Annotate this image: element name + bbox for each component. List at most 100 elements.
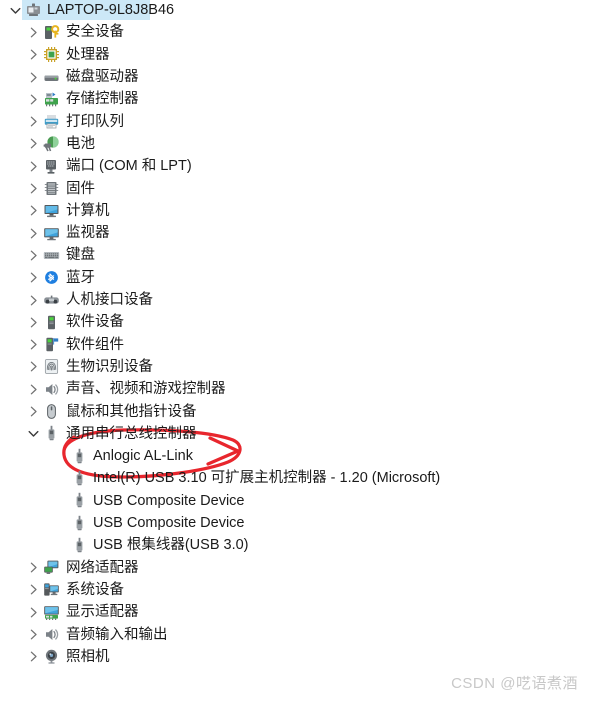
tree-item-label: 安全设备	[66, 24, 124, 41]
battery-icon	[43, 135, 60, 152]
tree-item[interactable]: USB Composite Device	[0, 490, 596, 512]
tree-item-label: 鼠标和其他指针设备	[66, 403, 197, 420]
chevron-right-icon[interactable]	[25, 203, 41, 219]
chevron-right-icon[interactable]	[25, 649, 41, 665]
usb-device-icon	[71, 448, 88, 465]
tree-item-label: USB Composite Device	[93, 492, 245, 509]
tree-item[interactable]: Anlogic AL-Link	[0, 445, 596, 467]
tree-item-label: 通用串行总线控制器	[66, 425, 197, 442]
tree-item-label: 网络适配器	[66, 559, 139, 576]
tree-item[interactable]: 软件设备	[0, 311, 596, 333]
bluetooth-icon	[43, 269, 60, 286]
display-adapter-icon	[43, 604, 60, 621]
tree-item[interactable]: 打印队列	[0, 111, 596, 133]
tree-item-label: 声音、视频和游戏控制器	[66, 381, 226, 398]
tree-item[interactable]: 键盘	[0, 244, 596, 266]
tree-item[interactable]: 音频输入和输出	[0, 623, 596, 645]
tree-item-label: 存储控制器	[66, 91, 139, 108]
hid-icon	[43, 292, 60, 309]
system-device-icon	[43, 581, 60, 598]
camera-icon	[43, 648, 60, 665]
tree-item-label: Anlogic AL-Link	[93, 448, 193, 465]
tree-item[interactable]: 蓝牙	[0, 267, 596, 289]
tree-item[interactable]: USB Composite Device	[0, 512, 596, 534]
tree-item[interactable]: 生物识别设备	[0, 356, 596, 378]
chevron-right-icon[interactable]	[25, 381, 41, 397]
tree-item[interactable]: 监视器	[0, 222, 596, 244]
tree-item-label: 磁盘驱动器	[66, 69, 139, 86]
tree-item-label: 监视器	[66, 225, 110, 242]
mouse-icon	[43, 403, 60, 420]
chevron-right-icon[interactable]	[25, 404, 41, 420]
chevron-down-icon[interactable]	[7, 2, 23, 18]
chevron-right-icon[interactable]	[25, 114, 41, 130]
tree-item-label: 软件设备	[66, 314, 124, 331]
tree-item[interactable]: 显示适配器	[0, 601, 596, 623]
chevron-right-icon[interactable]	[25, 69, 41, 85]
chevron-right-icon[interactable]	[25, 560, 41, 576]
sound-video-game-icon	[43, 381, 60, 398]
tree-item-label: Intel(R) USB 3.10 可扩展主机控制器 - 1.20 (Micro…	[93, 470, 441, 487]
processor-icon	[43, 46, 60, 63]
security-device-icon	[43, 24, 60, 41]
chevron-right-icon[interactable]	[25, 47, 41, 63]
tree-item[interactable]: 磁盘驱动器	[0, 66, 596, 88]
audio-io-icon	[43, 626, 60, 643]
chevron-right-icon[interactable]	[25, 292, 41, 308]
usb-device-icon	[71, 515, 88, 532]
computer-icon	[43, 202, 60, 219]
tree-item[interactable]: 人机接口设备	[0, 289, 596, 311]
tree-item[interactable]: 电池	[0, 133, 596, 155]
chevron-right-icon[interactable]	[25, 225, 41, 241]
tree-item[interactable]: 网络适配器	[0, 557, 596, 579]
chevron-right-icon[interactable]	[25, 24, 41, 40]
chevron-right-icon[interactable]	[25, 337, 41, 353]
tree-item[interactable]: 照相机	[0, 646, 596, 668]
keyboard-icon	[43, 247, 60, 264]
tree-item[interactable]: 安全设备	[0, 21, 596, 43]
chevron-right-icon[interactable]	[25, 91, 41, 107]
tree-item-label: 蓝牙	[66, 269, 95, 286]
usb-device-icon	[71, 492, 88, 509]
chevron-right-icon[interactable]	[25, 247, 41, 263]
tree-item[interactable]: 软件组件	[0, 334, 596, 356]
usb-device-icon	[71, 470, 88, 487]
chevron-right-icon[interactable]	[25, 314, 41, 330]
tree-item[interactable]: 存储控制器	[0, 88, 596, 110]
tree-item-label: 音频输入和输出	[66, 626, 168, 643]
chevron-right-icon[interactable]	[25, 270, 41, 286]
tree-item[interactable]: 系统设备	[0, 579, 596, 601]
monitor-icon	[43, 225, 60, 242]
usb-controller-icon	[43, 425, 60, 442]
print-queue-icon	[43, 113, 60, 130]
chevron-right-icon[interactable]	[25, 359, 41, 375]
chevron-right-icon[interactable]	[25, 627, 41, 643]
tree-item-label: 打印队列	[66, 113, 124, 130]
chevron-right-icon[interactable]	[25, 181, 41, 197]
tree-item-label: 端口 (COM 和 LPT)	[66, 158, 192, 175]
tree-item[interactable]: 计算机	[0, 200, 596, 222]
usb-device-icon	[71, 537, 88, 554]
tree-item-label: 键盘	[66, 247, 95, 264]
chevron-right-icon[interactable]	[25, 604, 41, 620]
chevron-right-icon[interactable]	[25, 582, 41, 598]
chevron-down-icon[interactable]	[25, 426, 41, 442]
tree-root-node[interactable]: LAPTOP-9L8J8B46	[0, 0, 596, 21]
tree-item[interactable]: 鼠标和其他指针设备	[0, 400, 596, 422]
tree-item[interactable]: USB 根集线器(USB 3.0)	[0, 534, 596, 556]
chevron-right-icon[interactable]	[25, 136, 41, 152]
chevron-right-icon[interactable]	[25, 158, 41, 174]
tree-item[interactable]: 处理器	[0, 44, 596, 66]
tree-item[interactable]: 通用串行总线控制器	[0, 423, 596, 445]
software-device-icon	[43, 314, 60, 331]
tree-item-label: USB 根集线器(USB 3.0)	[93, 537, 249, 554]
tree-item[interactable]: 固件	[0, 177, 596, 199]
tree-item-label: 系统设备	[66, 581, 124, 598]
storage-controller-icon	[43, 91, 60, 108]
tree-item[interactable]: Intel(R) USB 3.10 可扩展主机控制器 - 1.20 (Micro…	[0, 467, 596, 489]
software-component-icon	[43, 336, 60, 353]
tree-item[interactable]: 声音、视频和游戏控制器	[0, 378, 596, 400]
tree-item[interactable]: 端口 (COM 和 LPT)	[0, 155, 596, 177]
disk-drive-icon	[43, 69, 60, 86]
tree-item-label: 处理器	[66, 46, 110, 63]
